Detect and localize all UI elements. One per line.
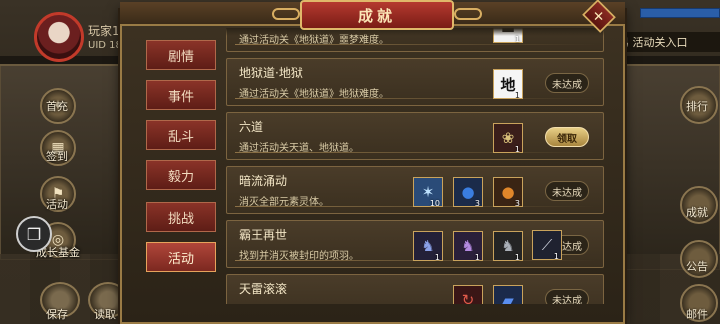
dragon-emblem-icon: ❀ — [501, 129, 515, 147]
tab-story[interactable]: 剧情 — [146, 40, 216, 70]
save-label: 保存 — [46, 308, 68, 321]
reward-slot[interactable]: ⟋ 1 — [532, 230, 562, 261]
reward-slot[interactable]: ♞ 1 — [493, 231, 523, 262]
blue-orb-icon: ● — [461, 183, 475, 201]
di-character-icon: 地 — [500, 75, 516, 94]
achievement-name: 暗流涌动 — [239, 174, 288, 188]
achievement-name: 地狱道·地狱 — [239, 66, 303, 80]
floating-menu-button[interactable]: ❒ — [16, 216, 52, 252]
title-ornament-right — [454, 8, 482, 20]
achievement-row: 天雷滚滚 ↻ ▰ 未达成 — [226, 274, 604, 304]
warrior-blue-icon: ♞ — [421, 237, 435, 255]
achievement-name: 天雷滚滚 — [239, 282, 288, 296]
sign-in-label: 签到 — [46, 150, 68, 163]
mail-label: 邮件 — [686, 308, 708, 321]
first-recharge-label: 首充 — [46, 100, 68, 113]
orange-orb-icon: ● — [501, 183, 515, 201]
tab-perseverance[interactable]: 毅力 — [146, 160, 216, 190]
achievement-name: 霸王再世 — [239, 228, 288, 242]
achievement-row: 暗流涌动 消灭全部元素灵体。 ✶ 10 ● 3 ● 3 未达成 — [226, 166, 604, 214]
tab-events[interactable]: 事件 — [146, 80, 216, 110]
tab-brawl[interactable]: 乱斗 — [146, 120, 216, 150]
ranking-label: 排行 — [686, 100, 708, 113]
achievement-row: 地狱道·地狱 通过活动关《地狱道》地狱难度。 地 1 未达成 — [226, 58, 604, 106]
title-ornament-left — [272, 8, 300, 20]
tab-activity[interactable]: 活动 — [146, 242, 216, 272]
tab-challenge[interactable]: 挑战 — [146, 202, 216, 232]
event-entrance-banner[interactable]: 易 活动关入口 — [614, 32, 720, 52]
events-label: 活动 — [46, 198, 68, 211]
warrior-purple-icon: ♞ — [461, 237, 475, 255]
close-icon: ✕ — [593, 7, 605, 25]
reward-slot[interactable]: ❀ 1 — [493, 123, 523, 154]
status-not-achieved-button[interactable]: 未达成 — [545, 181, 589, 201]
reward-slot[interactable]: ♞ 1 — [453, 231, 483, 262]
warrior-dark-icon: ♞ — [501, 237, 515, 255]
achievement-row: 六道 通过活动关天道、地狱道。 ❀ 1 领取 — [226, 112, 604, 160]
reward-slot[interactable]: ● 3 — [453, 177, 483, 208]
reward-slot[interactable]: ▰ — [493, 285, 523, 304]
reward-slot[interactable]: ✶ 10 — [413, 177, 443, 208]
spear-icon: ⟋ — [541, 236, 553, 254]
status-not-achieved-button[interactable]: 未达成 — [545, 73, 589, 93]
notice-label: 公告 — [686, 260, 708, 273]
trophy-label: 成就 — [686, 206, 708, 219]
player-avatar[interactable] — [34, 12, 84, 62]
achievement-name: 六道 — [239, 120, 264, 134]
reward-slot[interactable]: 地 1 — [493, 69, 523, 100]
reward-slot[interactable]: ♞ 1 — [413, 231, 443, 262]
dialog-title: 成就 — [300, 0, 454, 30]
cube-icon: ❒ — [26, 224, 42, 244]
achievement-list[interactable]: 通过活动关《地狱道》噩梦难度。 ▬ 1 地狱道·地狱 通过活动关《地狱道》地狱难… — [226, 28, 604, 304]
blue-scroll-icon: ▰ — [502, 291, 514, 304]
reward-slot[interactable]: ↻ — [453, 285, 483, 304]
resource-bar — [640, 8, 720, 18]
red-swirl-icon: ↻ — [461, 291, 475, 304]
load-label: 读取 — [94, 308, 116, 321]
reward-slot[interactable]: ● 3 — [493, 177, 523, 208]
claim-button[interactable]: 领取 — [545, 127, 589, 147]
status-not-achieved-button[interactable]: 未达成 — [545, 289, 589, 304]
